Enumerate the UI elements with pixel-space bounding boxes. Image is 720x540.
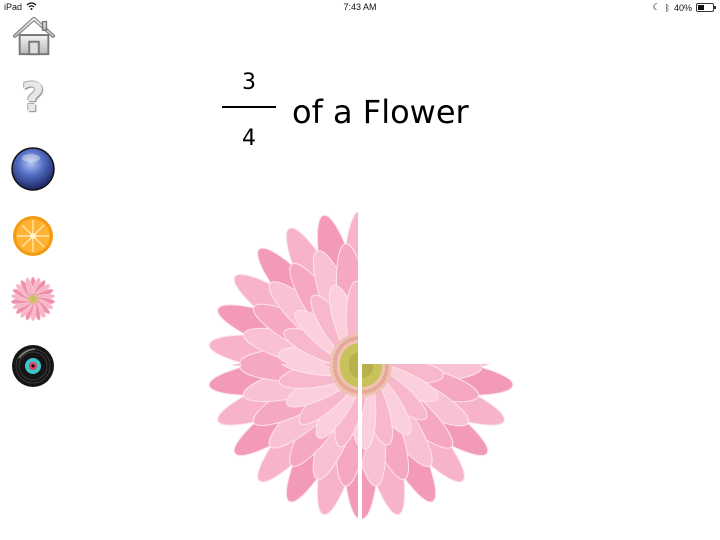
flower-piece-bottom-left[interactable] <box>200 364 358 522</box>
fraction-denominator: 4 <box>242 126 256 151</box>
bluetooth-icon: ᛒ <box>664 2 670 13</box>
ball-button[interactable] <box>11 147 55 191</box>
battery-icon <box>696 3 716 12</box>
house-icon <box>12 16 56 56</box>
flower-button[interactable] <box>11 277 55 321</box>
flower-fraction-area <box>200 208 524 526</box>
title-text: of a Flower <box>292 93 469 131</box>
status-time: 7:43 AM <box>343 2 377 12</box>
help-button[interactable]: ? <box>11 75 55 121</box>
vinyl-record-icon <box>12 345 54 387</box>
flower-piece-top-left[interactable] <box>200 208 358 366</box>
fraction-numerator: 3 <box>242 70 256 95</box>
pink-flower-icon <box>11 277 55 321</box>
status-bar: iPad 7:43 AM ☾ ᛒ 40% <box>0 0 720 16</box>
record-button[interactable] <box>11 344 55 388</box>
question-mark-icon: ? <box>21 75 45 121</box>
sidebar: ? <box>0 0 66 540</box>
orange-button[interactable] <box>11 214 55 258</box>
blue-ball-icon <box>11 147 55 191</box>
battery-percent: 40% <box>673 2 692 13</box>
status-right: ☾ ᛒ 40% <box>652 2 716 13</box>
fraction-bar <box>222 106 276 108</box>
orange-slice-icon <box>13 216 53 256</box>
flower-piece-bottom-right[interactable] <box>362 364 520 522</box>
moon-icon: ☾ <box>652 2 661 12</box>
home-button[interactable] <box>12 14 56 58</box>
